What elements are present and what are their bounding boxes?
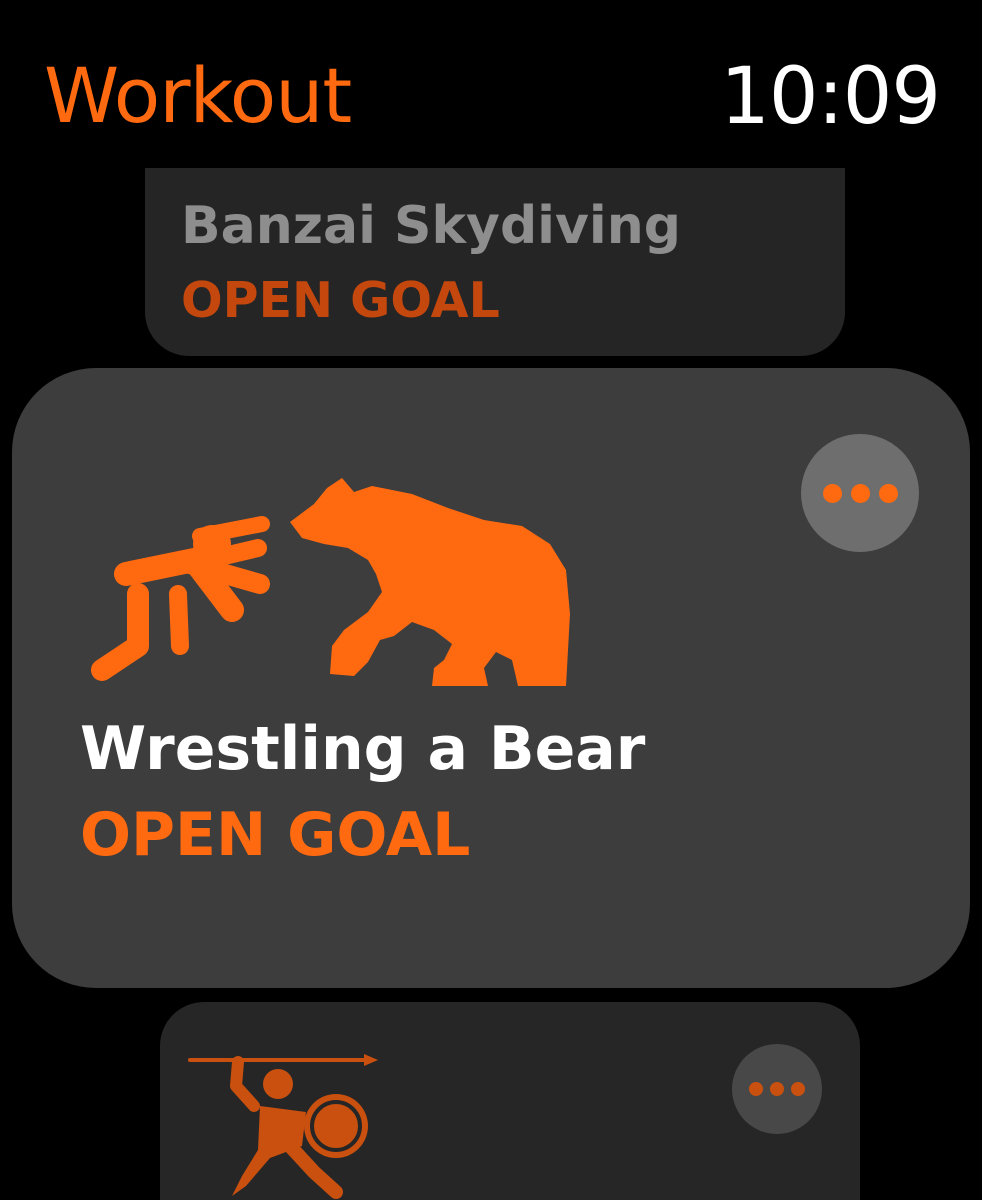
spartan-warrior-icon [186, 1046, 386, 1200]
ellipsis-dot [749, 1082, 763, 1096]
ellipsis-dot [878, 483, 898, 503]
ellipsis-dot [822, 483, 842, 503]
workout-card-banzai-skydiving[interactable]: Banzai Skydiving OPEN GOAL [145, 168, 845, 356]
more-options-button[interactable] [732, 1044, 822, 1134]
clock-time: 10:09 [720, 52, 941, 142]
workout-goal: OPEN GOAL [80, 800, 471, 870]
app-title: Workout [44, 51, 352, 140]
ellipsis-dot [850, 483, 870, 503]
workout-card-wrestling-a-bear[interactable]: Wrestling a Bear OPEN GOAL [12, 368, 970, 988]
more-options-button[interactable] [801, 434, 919, 552]
workout-name: Wrestling a Bear [80, 714, 646, 784]
ellipsis-dot [791, 1082, 805, 1096]
wrestler-and-bear-icon [82, 464, 582, 698]
workout-goal: OPEN GOAL [181, 272, 500, 329]
workout-card-spartan[interactable] [160, 1002, 860, 1200]
ellipsis-dot [770, 1082, 784, 1096]
workout-name: Banzai Skydiving [181, 196, 681, 256]
